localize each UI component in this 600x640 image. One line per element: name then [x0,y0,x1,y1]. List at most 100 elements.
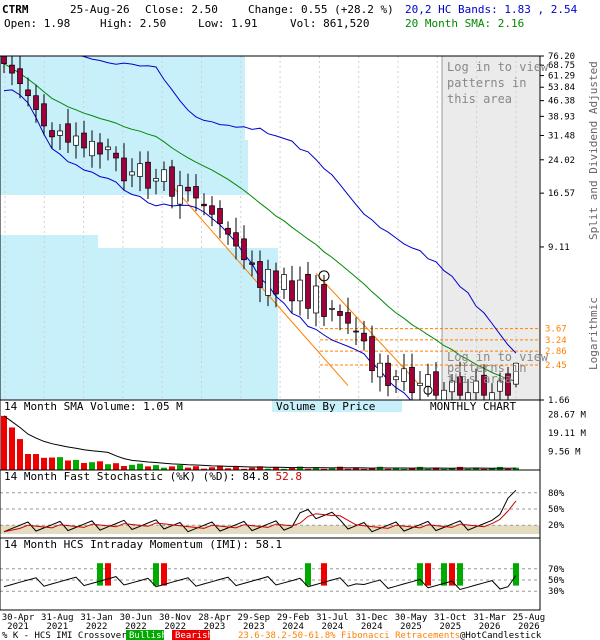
candle-body [401,368,407,382]
split-adjusted-label: Split and Dividend Adjusted [587,61,600,240]
stochastic-tick-label: 20% [548,521,565,531]
volume-bar [65,460,71,470]
price-tick-label: 61.29 [548,72,575,82]
bearish-label: Bearish [175,631,213,640]
momentum-tick-label: 30% [548,587,565,597]
candle-body [241,238,247,261]
candle-body [337,311,343,316]
candle-body [89,140,95,157]
candle-body [105,146,111,151]
volume-by-price-gap [0,195,165,235]
candle-body [217,208,223,225]
candle-body [489,392,495,400]
candle-body [313,285,319,314]
volume-bar [9,427,15,470]
candle-body [25,89,31,97]
candle-body [129,171,135,176]
volume-bar [73,459,79,470]
candle-body [433,371,439,396]
crossover-signal-bar [305,563,311,586]
crossover-signal-bar [161,563,167,586]
volume-tick-label: 19.11 M [548,429,587,439]
candle-body [233,232,239,247]
candle-body [1,56,7,64]
locked-patterns-text: this area [447,92,512,106]
candle-body [57,130,63,136]
candle-body [377,362,383,378]
copyright-label: @HotCandlestick [460,631,542,640]
crossover-signal-bar [449,563,455,586]
candle-body [249,262,255,265]
candle-body [425,374,431,387]
bullish-label: Bullish [129,631,167,640]
price-tick-label: 38.93 [548,112,575,122]
volume-bar [113,463,119,470]
candle-body [97,142,103,155]
price-tick-label: 16.57 [548,189,575,199]
candle-body [209,205,215,215]
candle-body [369,336,375,372]
momentum-tick-label: 50% [548,576,565,586]
candle-body [121,157,127,182]
chart-container: CTRM 25-Aug-26 Close: 2.50 Change: 0.55 … [0,0,600,640]
candle-body [409,366,415,394]
candle-body [225,227,231,235]
candle-body [169,166,175,197]
volume-title: 14 Month SMA Volume: 1.05 M [4,400,183,413]
volume-bar [81,462,87,470]
volume-bar [89,462,95,470]
crossover-signal-bar [513,563,519,586]
candle-body [345,312,351,324]
candle-body [305,273,311,309]
volume-tick-label: 9.56 M [548,448,581,458]
fib-tick-label: 2.86 [545,347,567,357]
candle-body [265,269,271,296]
stochastic-title: 14 Month Fast Stochastic (%K) (%D): 84.8… [4,470,302,483]
logarithmic-label: Logarithmic [587,297,600,370]
candle-body [49,130,55,138]
candle-body [41,103,47,127]
locked-patterns-text: Log in to view [447,60,549,74]
candle-body [353,330,359,333]
candle-body [65,123,71,143]
candle-body [281,274,287,290]
candle-body [417,382,423,386]
candle-body [321,284,327,317]
stochastic-tick-label: 80% [548,489,565,499]
volume-bar [17,439,23,470]
volume-bar [1,415,7,470]
candle-body [385,362,391,386]
price-tick-label: 46.38 [548,97,575,107]
candle-body [297,279,303,302]
candle-body [185,186,191,192]
stochastic-tick-label: 50% [548,505,565,515]
price-tick-label: 1.66 [548,396,570,406]
price-tick-label: 31.48 [548,131,575,141]
volume-bar [57,457,63,470]
locked-patterns-text: this area [447,372,512,386]
volume-bar [49,457,55,470]
volume-bar [41,457,47,470]
crossover-signal-bar [97,563,103,586]
candle-body [81,132,87,149]
volume-bar [97,461,103,470]
locked-region [442,56,540,400]
candle-body [329,308,335,310]
crossover-label: % K - HCS IMI Crossover: [2,631,132,640]
candle-body [153,178,159,182]
volume-by-price-bar [0,140,230,162]
fib-tick-label: 3.67 [545,325,567,335]
candle-body [177,185,183,205]
price-tick-label: 68.75 [548,61,575,71]
candle-body [257,261,263,288]
momentum-line [3,575,517,591]
crossover-signal-bar [153,563,159,586]
candle-body [193,186,199,199]
candle-body [137,163,143,177]
crossover-signal-bar [425,563,431,586]
chart-svg: 76.2068.7561.2953.8446.3838.9331.4824.02… [0,52,600,640]
crossover-signal-bar [105,563,111,586]
volume-sma-line [3,415,517,469]
candle-body [113,152,119,159]
period-label: MONTHLY CHART [430,400,516,413]
